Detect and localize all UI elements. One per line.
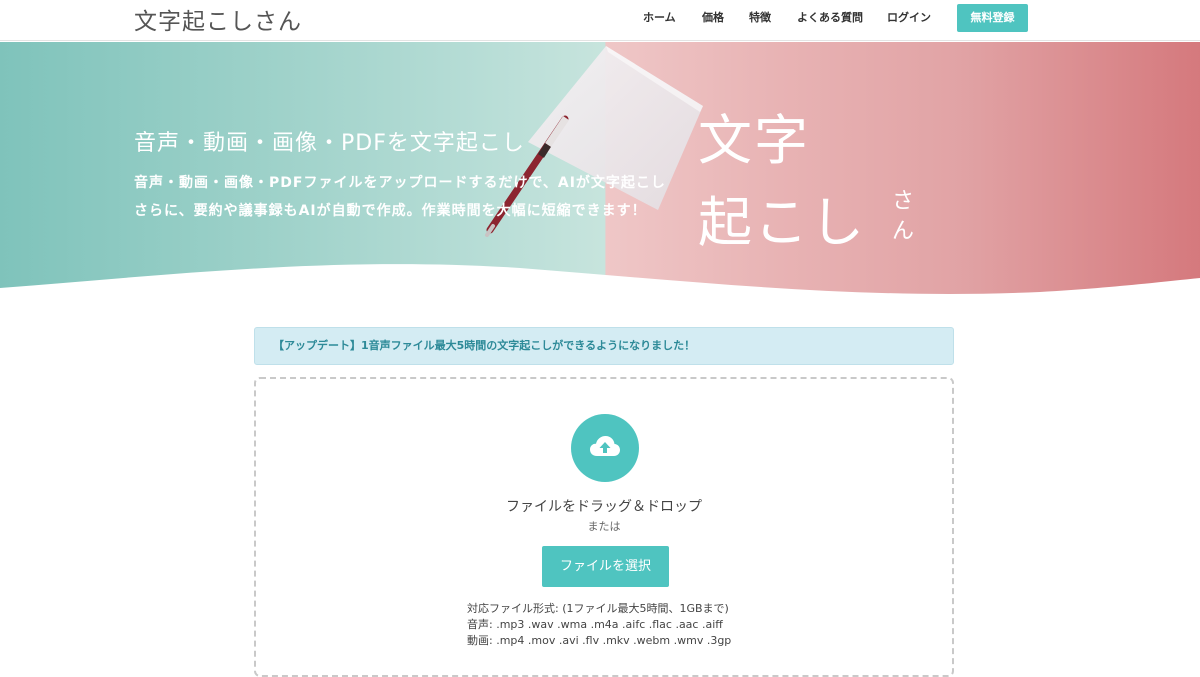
supported-formats: 対応ファイル形式: (1ファイル最大5時間、1GBまで) 音声: .mp3 .w…: [467, 601, 731, 649]
nav-item-faq[interactable]: よくある質問: [797, 11, 863, 25]
hero-description-line-1: 音声・動画・画像・PDFファイルをアップロードするだけで、AIが文字起こし: [134, 175, 666, 191]
hero-brand-small-1: さ: [892, 189, 915, 214]
cloud-upload-icon: [571, 414, 639, 482]
nav-item-login[interactable]: ログイン: [887, 11, 931, 25]
hero-brand-line-2: 起こし: [698, 191, 866, 254]
select-file-button[interactable]: ファイルを選択: [542, 546, 669, 587]
update-alert: 【アップデート】1音声ファイル最大5時間の文字起こしができるようになりました！: [254, 327, 954, 365]
hero-title: 音声・動画・画像・PDFを文字起こし: [134, 131, 525, 156]
hero-brand-small-2: ん: [892, 219, 915, 244]
hero-brand-line-1: 文字: [698, 109, 810, 172]
nav-item-home[interactable]: ホーム: [643, 11, 676, 25]
file-dropzone[interactable]: ファイルをドラッグ＆ドロップ または ファイルを選択 対応ファイル形式: (1フ…: [254, 377, 954, 677]
drag-drop-label: ファイルをドラッグ＆ドロップ: [506, 499, 702, 515]
or-label: または: [587, 520, 621, 533]
hero-wave: [0, 264, 1200, 302]
hero-description-line-2: さらに、要約や議事録もAIが自動で作成。作業時間を大幅に短縮できます！: [134, 203, 647, 219]
audio-formats: 音声: .mp3 .wav .wma .m4a .aifc .flac .aac…: [467, 618, 723, 631]
formats-title: 対応ファイル形式: (1ファイル最大5時間、1GBまで): [467, 602, 729, 615]
nav-item-features[interactable]: 特徴: [749, 11, 771, 25]
site-header: 文字起こしさん ホーム 価格 特徴 よくある質問 ログイン 無料登録: [0, 0, 1200, 41]
nav-item-pricing[interactable]: 価格: [702, 11, 724, 25]
signup-button[interactable]: 無料登録: [957, 4, 1028, 32]
hero-banner: 音声・動画・画像・PDFを文字起こし 音声・動画・画像・PDFファイルをアップロ…: [0, 42, 1200, 302]
video-formats: 動画: .mp4 .mov .avi .flv .mkv .webm .wmv …: [467, 634, 732, 647]
